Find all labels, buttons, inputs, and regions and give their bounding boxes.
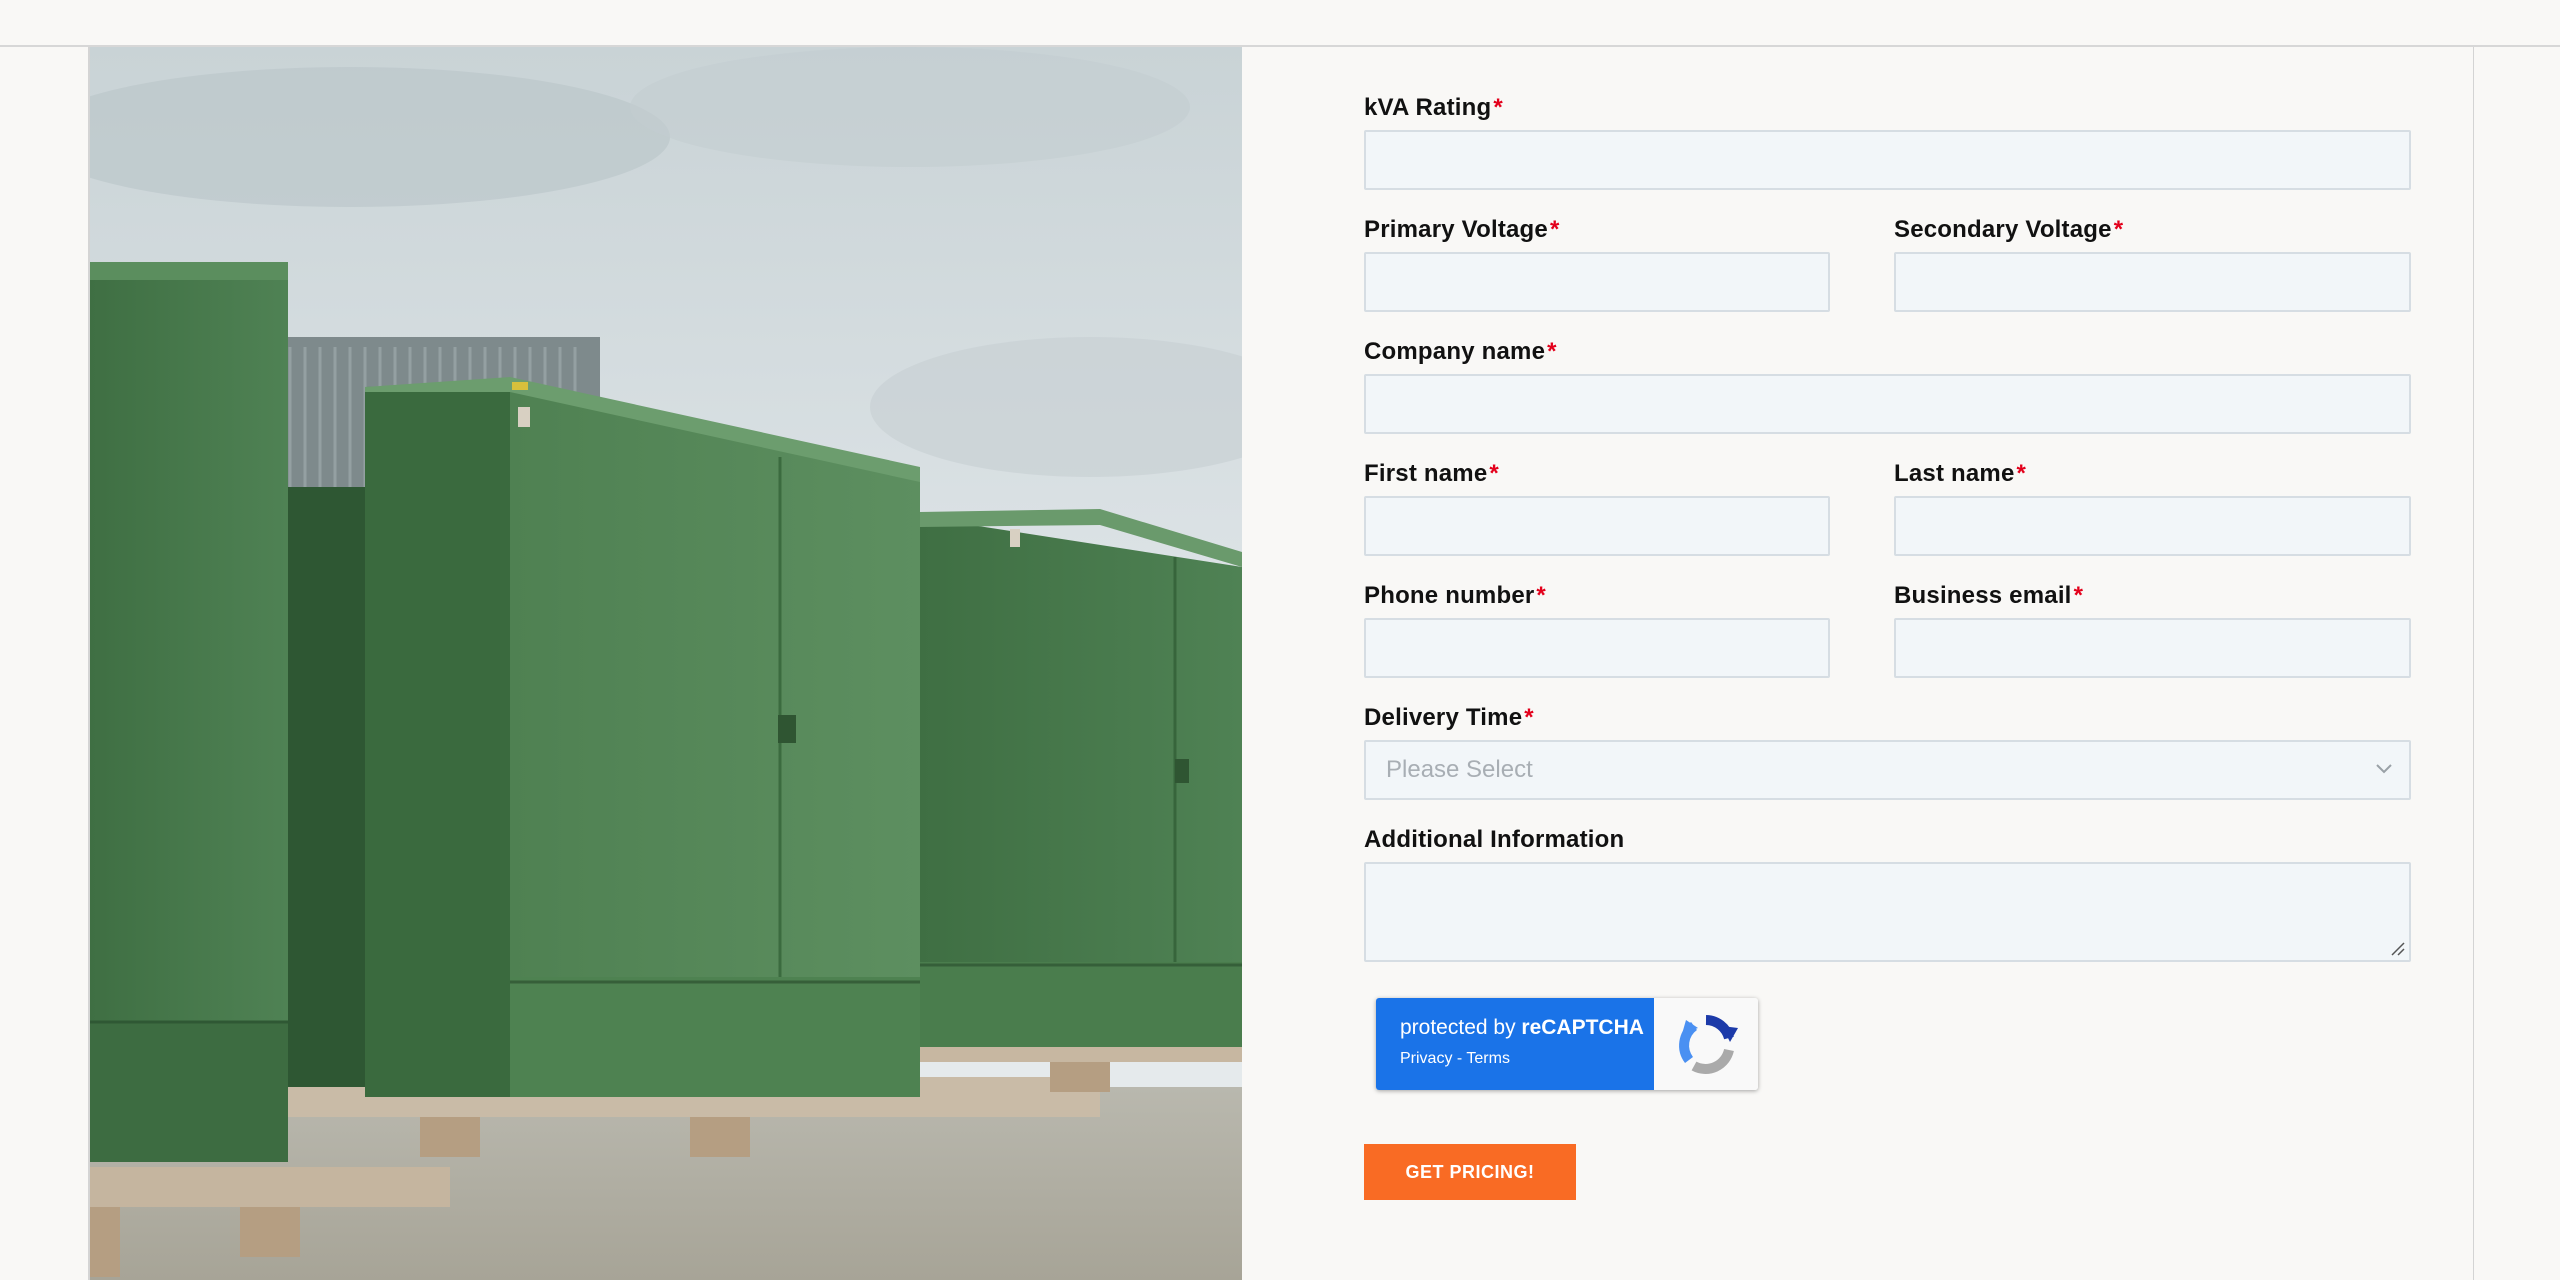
company-name-input[interactable]	[1364, 374, 2411, 434]
recaptcha-links: Privacy - Terms	[1400, 1050, 1510, 1068]
company-name-label: Company name*	[1364, 338, 1557, 366]
required-marker: *	[1536, 582, 1546, 609]
get-pricing-button[interactable]: GET PRICING!	[1364, 1144, 1576, 1200]
primary-voltage-label-text: Primary Voltage	[1364, 216, 1548, 243]
resize-grip-icon[interactable]	[2389, 940, 2405, 956]
required-marker: *	[1524, 704, 1534, 731]
recaptcha-protected-by: protected by	[1400, 1016, 1522, 1039]
required-marker: *	[1489, 460, 1499, 487]
required-marker: *	[2073, 582, 2084, 609]
recaptcha-brand: reCAPTCHA	[1521, 1016, 1644, 1039]
last-name-label: Last name*	[1894, 460, 2026, 488]
kva-rating-label-text: kVA Rating	[1364, 94, 1492, 121]
delivery-time-select[interactable]: Please Select	[1364, 740, 2411, 800]
first-name-label: First name*	[1364, 460, 1499, 488]
secondary-voltage-input[interactable]	[1894, 252, 2411, 312]
phone-number-label: Phone number*	[1364, 582, 1546, 610]
first-name-input[interactable]	[1364, 496, 1830, 556]
recaptcha-terms-link[interactable]: Terms	[1466, 1050, 1510, 1067]
secondary-voltage-label: Secondary Voltage*	[1894, 216, 2123, 244]
kva-rating-label: kVA Rating*	[1364, 94, 1503, 122]
required-marker: *	[1547, 338, 1557, 365]
transformer-photo	[90, 47, 1242, 1280]
additional-information-label-text: Additional Information	[1364, 826, 1625, 853]
delivery-time-placeholder: Please Select	[1386, 756, 1533, 783]
last-name-label-text: Last name	[1894, 460, 2015, 487]
last-name-input[interactable]	[1894, 496, 2411, 556]
additional-information-textarea[interactable]	[1364, 862, 2411, 962]
phone-number-label-text: Phone number	[1364, 582, 1535, 609]
top-bar	[0, 0, 2560, 47]
primary-voltage-label: Primary Voltage*	[1364, 216, 1560, 244]
delivery-time-label: Delivery Time*	[1364, 704, 1534, 732]
recaptcha-privacy-link[interactable]: Privacy	[1400, 1050, 1452, 1067]
required-marker: *	[1549, 216, 1560, 243]
secondary-voltage-label-text: Secondary Voltage	[1894, 216, 2112, 243]
business-email-label: Business email*	[1894, 582, 2083, 610]
recaptcha-badge[interactable]: protected by reCAPTCHA Privacy - Terms	[1376, 998, 1758, 1090]
recaptcha-separator: -	[1452, 1050, 1467, 1067]
recaptcha-protected-text: protected by reCAPTCHA	[1400, 1016, 1644, 1040]
recaptcha-logo-icon	[1654, 998, 1758, 1090]
business-email-input[interactable]	[1894, 618, 2411, 678]
first-name-label-text: First name	[1364, 460, 1488, 487]
recaptcha-label-panel: protected by reCAPTCHA Privacy - Terms	[1376, 998, 1654, 1090]
delivery-time-label-text: Delivery Time	[1364, 704, 1523, 731]
company-name-label-text: Company name	[1364, 338, 1546, 365]
required-marker: *	[2113, 216, 2124, 243]
required-marker: *	[2016, 460, 2027, 487]
phone-number-input[interactable]	[1364, 618, 1830, 678]
chevron-down-icon	[2376, 764, 2392, 774]
required-marker: *	[1493, 94, 1503, 121]
primary-voltage-input[interactable]	[1364, 252, 1830, 312]
additional-information-label: Additional Information	[1364, 826, 1624, 854]
kva-rating-input[interactable]	[1364, 130, 2411, 190]
business-email-label-text: Business email	[1894, 582, 2072, 609]
